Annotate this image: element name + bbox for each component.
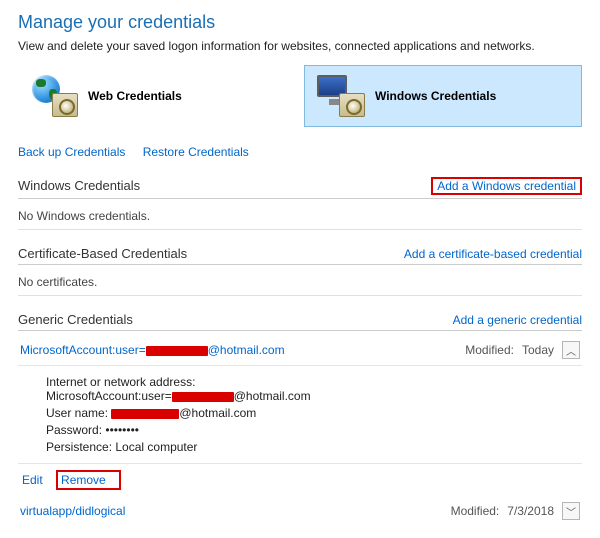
- cred-name-suffix: @hotmail.com: [208, 343, 285, 357]
- credential-name: virtualapp/didlogical: [20, 504, 125, 518]
- persist-value: Local computer: [115, 440, 197, 454]
- redacted-text: [146, 346, 208, 356]
- tile-web-credentials[interactable]: Web Credentials: [18, 65, 294, 127]
- section-name-generic: Generic Credentials: [18, 312, 133, 327]
- tile-web-label: Web Credentials: [88, 89, 182, 103]
- cert-empty-text: No certificates.: [18, 269, 582, 296]
- pass-label: Password:: [46, 423, 102, 437]
- section-header-generic: Generic Credentials Add a generic creden…: [18, 312, 582, 331]
- redacted-text: [111, 409, 179, 419]
- credential-meta: Modified: 7/3/2018 ﹀: [451, 502, 580, 520]
- tile-windows-label: Windows Credentials: [375, 89, 496, 103]
- edit-credential-link[interactable]: Edit: [22, 473, 43, 487]
- pass-value: ••••••••: [105, 423, 139, 437]
- page-title: Manage your credentials: [18, 12, 582, 33]
- add-generic-credential-link[interactable]: Add a generic credential: [453, 313, 582, 327]
- section-name-windows: Windows Credentials: [18, 178, 140, 193]
- addr-label: Internet or network address:: [46, 375, 195, 389]
- chevron-down-icon[interactable]: ﹀: [562, 502, 580, 520]
- cred-name-prefix: MicrosoftAccount:user=: [20, 343, 146, 357]
- windows-empty-text: No Windows credentials.: [18, 203, 582, 230]
- section-name-cert: Certificate-Based Credentials: [18, 246, 187, 261]
- highlight-remove: Remove: [56, 470, 121, 490]
- add-windows-credential-link[interactable]: Add a Windows credential: [437, 179, 576, 193]
- backup-restore-row: Back up Credentials Restore Credentials: [18, 145, 582, 159]
- user-label: User name:: [46, 406, 108, 420]
- addr-suffix: @hotmail.com: [234, 389, 311, 403]
- credential-meta: Modified: Today ︿: [465, 341, 580, 359]
- redacted-text: [172, 392, 234, 402]
- credential-name: MicrosoftAccount:user= @hotmail.com: [20, 343, 285, 357]
- tile-windows-credentials[interactable]: Windows Credentials: [304, 65, 582, 127]
- remove-credential-link[interactable]: Remove: [61, 473, 106, 487]
- addr-prefix: MicrosoftAccount:user=: [46, 389, 172, 403]
- section-header-cert: Certificate-Based Credentials Add a cert…: [18, 246, 582, 265]
- credential-type-tiles: Web Credentials Windows Credentials: [18, 65, 582, 127]
- restore-credentials-link[interactable]: Restore Credentials: [143, 145, 249, 159]
- modified-label: Modified:: [451, 504, 500, 518]
- modified-label: Modified:: [465, 343, 514, 357]
- page-subtitle: View and delete your saved logon informa…: [18, 39, 582, 53]
- backup-credentials-link[interactable]: Back up Credentials: [18, 145, 125, 159]
- chevron-up-icon[interactable]: ︿: [562, 341, 580, 359]
- persist-label: Persistence:: [46, 440, 112, 454]
- credential-actions: Edit Remove: [18, 464, 582, 496]
- credential-details: Internet or network address: MicrosoftAc…: [18, 366, 582, 464]
- section-header-windows: Windows Credentials Add a Windows creden…: [18, 177, 582, 199]
- modified-value: Today: [522, 343, 554, 357]
- user-suffix: @hotmail.com: [179, 406, 256, 420]
- credential-row-collapsed[interactable]: virtualapp/didlogical Modified: 7/3/2018…: [18, 496, 582, 526]
- add-cert-credential-link[interactable]: Add a certificate-based credential: [404, 247, 582, 261]
- modified-value: 7/3/2018: [507, 504, 554, 518]
- highlight-add-windows: Add a Windows credential: [431, 177, 582, 195]
- globe-vault-icon: [30, 75, 78, 117]
- monitor-vault-icon: [317, 75, 365, 117]
- credential-row-expanded[interactable]: MicrosoftAccount:user= @hotmail.com Modif…: [18, 335, 582, 366]
